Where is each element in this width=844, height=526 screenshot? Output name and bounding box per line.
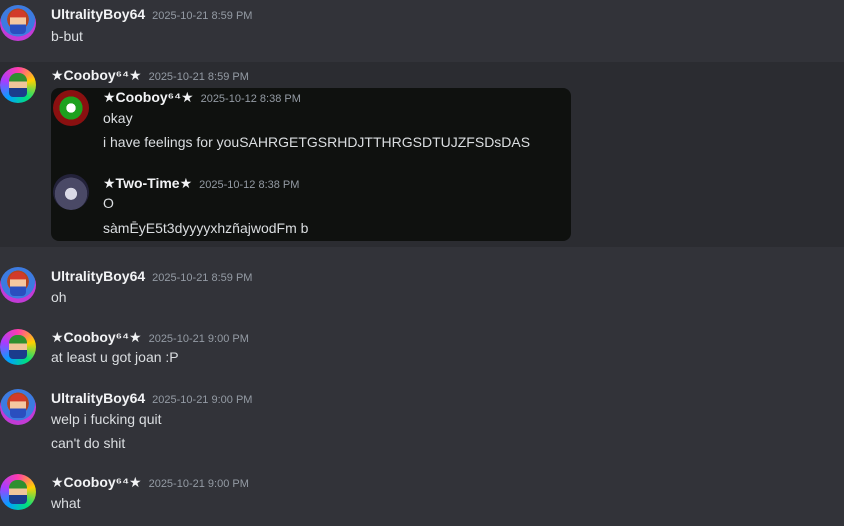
message-header: UltralityBoy64 2025-10-21 8:59 PM [51, 6, 252, 22]
message-text: what [51, 495, 81, 511]
message-header: UltralityBoy64 2025-10-21 8:59 PM [51, 268, 252, 284]
message-header: ★Cooboy⁶⁴★ 2025-10-21 8:59 PM [51, 67, 249, 84]
message-text: i have feelings for youSAHRGETGSRHDJTTHR… [103, 134, 531, 150]
username[interactable]: UltralityBoy64 [51, 390, 145, 406]
username[interactable]: ★Cooboy⁶⁴★ [103, 89, 194, 106]
forwarded-message-card[interactable]: ★Cooboy⁶⁴★ 2025-10-12 8:38 PM okay i hav… [51, 88, 571, 241]
timestamp: 2025-10-12 8:38 PM [200, 93, 301, 105]
timestamp: 2025-10-21 9:00 PM [152, 394, 253, 406]
message-text: oh [51, 289, 67, 305]
forwarded-header: ★Cooboy⁶⁴★ 2025-10-12 8:38 PM [103, 89, 301, 106]
avatar[interactable] [0, 474, 36, 510]
timestamp: 2025-10-21 9:00 PM [148, 478, 249, 490]
message-text: at least u got joan :P [51, 349, 179, 365]
timestamp: 2025-10-21 8:59 PM [152, 272, 253, 284]
avatar[interactable] [53, 174, 89, 210]
avatar[interactable] [0, 329, 36, 365]
message: UltralityBoy64 2025-10-21 8:59 PM oh [0, 260, 844, 315]
message-header: UltralityBoy64 2025-10-21 9:00 PM [51, 390, 252, 406]
message: UltralityBoy64 2025-10-21 9:00 PM welp i… [0, 382, 844, 457]
avatar[interactable] [53, 90, 89, 126]
message-header: ★Cooboy⁶⁴★ 2025-10-21 9:00 PM [51, 329, 249, 346]
avatar[interactable] [0, 67, 36, 103]
timestamp: 2025-10-21 8:59 PM [152, 10, 253, 22]
avatar[interactable] [0, 389, 36, 425]
message-text: can't do shit [51, 435, 126, 451]
message: ★Cooboy⁶⁴★ 2025-10-21 9:00 PM at least u… [0, 320, 844, 375]
message-header: ★Cooboy⁶⁴★ 2025-10-21 9:00 PM [51, 474, 249, 491]
message-text: welp i fucking quit [51, 411, 162, 427]
username[interactable]: UltralityBoy64 [51, 268, 145, 284]
avatar[interactable] [0, 267, 36, 303]
timestamp: 2025-10-21 9:00 PM [148, 333, 249, 345]
forwarded-header: ★Two-Time★ 2025-10-12 8:38 PM [103, 175, 299, 192]
message-text: sàmĒyE5t3dyyyyxhzñajwodFm b [103, 220, 309, 236]
avatar[interactable] [0, 5, 36, 41]
timestamp: 2025-10-21 8:59 PM [148, 71, 249, 83]
timestamp: 2025-10-12 8:38 PM [199, 179, 300, 191]
username[interactable]: ★Cooboy⁶⁴★ [51, 474, 142, 491]
message-text: okay [103, 110, 133, 126]
message: ★Cooboy⁶⁴★ 2025-10-21 9:00 PM what [0, 466, 844, 526]
username[interactable]: UltralityBoy64 [51, 6, 145, 22]
message-text: O [103, 195, 114, 211]
message-text: b-but [51, 28, 83, 44]
username[interactable]: ★Cooboy⁶⁴★ [51, 329, 142, 346]
username[interactable]: ★Cooboy⁶⁴★ [51, 67, 142, 84]
message: UltralityBoy64 2025-10-21 8:59 PM b-but [0, 0, 844, 60]
username[interactable]: ★Two-Time★ [103, 175, 192, 192]
